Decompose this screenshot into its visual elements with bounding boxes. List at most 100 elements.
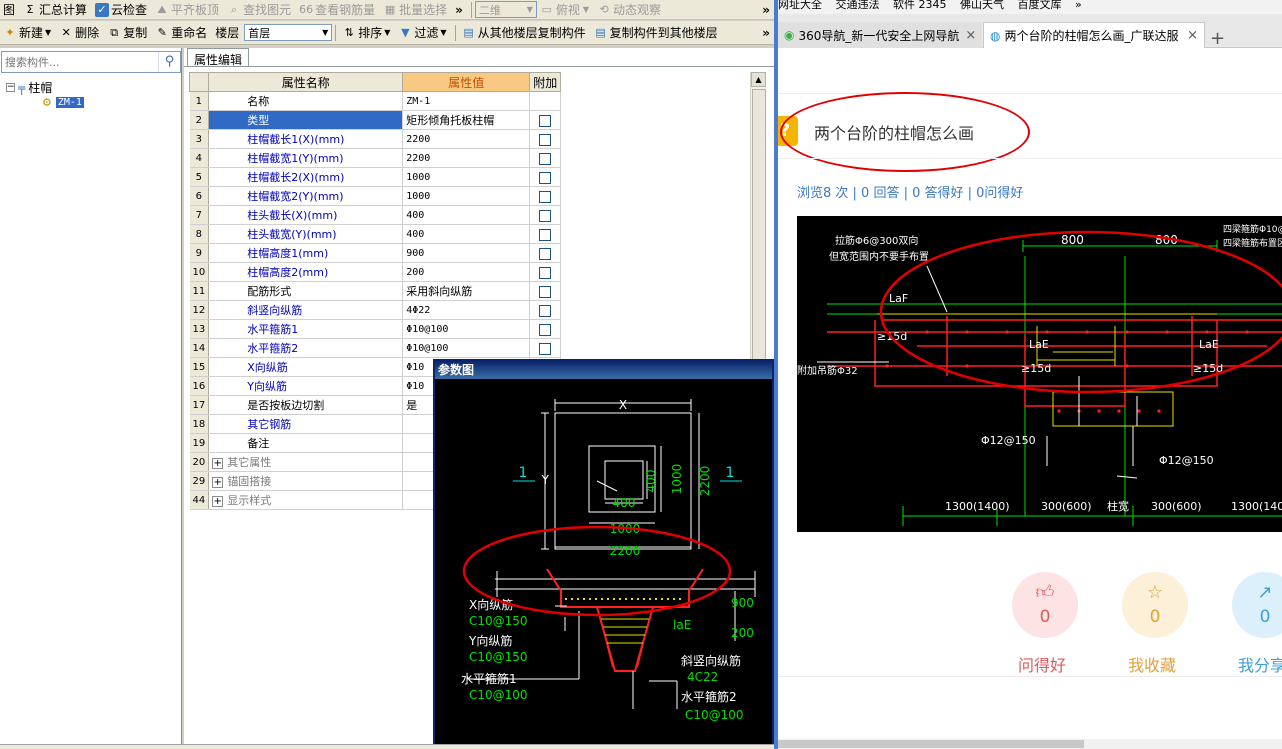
property-value[interactable]: Φ10@100 [402,338,531,358]
browser-tab-360[interactable]: ◉ 360导航_新一代安全上网导航 × [778,22,982,48]
favorite-label[interactable]: 我收藏 [1128,652,1176,676]
property-row[interactable]: 13 水平箍筋1 Φ10@100 [189,319,562,339]
expand-icon[interactable]: + [212,458,224,469]
property-value[interactable]: 采用斜向纵筋 [402,281,531,301]
ask-good-label[interactable]: 问得好 [1018,652,1066,676]
property-row[interactable]: 12 斜竖向纵筋 4Φ22 [189,300,562,320]
property-row[interactable]: 4 柱帽截宽1(Y)(mm) 2200 [189,148,562,168]
expand-icon[interactable]: + [212,477,224,488]
bookmark-item[interactable]: 佛山天气 [960,0,1004,11]
property-name: 斜竖向纵筋 [208,300,404,320]
bookmark-item[interactable]: 网址大全 [778,0,822,11]
new-tab-button[interactable]: + [1210,28,1225,49]
filter-button[interactable]: ▼ 过滤 ▼ [395,24,449,42]
view-rebar-button[interactable]: 66 查看钢筋量 [296,1,378,19]
property-row[interactable]: 8 柱头截宽(Y)(mm) 400 [189,224,562,244]
extra-checkbox[interactable] [539,209,552,222]
expand-icon[interactable]: + [212,496,224,507]
toolbar-overflow-right[interactable]: » [758,26,774,40]
scrollbar-thumb[interactable] [752,89,766,375]
search-icon[interactable]: ⚲ [158,52,180,72]
floor-select[interactable]: 首层 ▼ [244,24,333,41]
property-value[interactable]: 2200 [402,129,531,149]
component-search-input[interactable] [2,53,152,71]
new-button[interactable]: ✦ 新建 ▼ [0,24,54,42]
copy-to-floor-button[interactable]: ▤ 复制构件到其他楼层 [591,24,721,42]
top-view-button[interactable]: ▭ 俯视 ▼ [537,1,592,19]
extra-checkbox[interactable] [539,133,552,146]
view-2d-dropdown[interactable]: 二维 ▼ [474,1,537,18]
close-icon[interactable]: × [1181,28,1204,43]
property-row[interactable]: 11 配筋形式 采用斜向纵筋 [189,281,562,301]
property-value[interactable]: ZM-1 [402,91,531,111]
extra-checkbox[interactable] [539,171,552,184]
bookmark-item[interactable]: 软件 2345 [893,0,947,11]
property-value[interactable]: 400 [402,205,531,225]
batch-select-button[interactable]: ▦ 批量选择 [380,1,450,19]
property-value[interactable]: 2200 [402,148,531,168]
header-property-value[interactable]: 属性值 [402,72,531,92]
extra-checkbox[interactable] [539,285,552,298]
property-row[interactable]: 9 柱帽高度1(mm) 900 [189,243,562,263]
property-value[interactable]: 4Φ22 [402,300,531,320]
property-row[interactable]: 10 柱帽高度2(mm) 200 [189,262,562,282]
tree-node-column-cap[interactable]: − ╤ 柱帽 [6,79,52,96]
sort-button[interactable]: ⇅ 排序 ▼ [339,24,393,42]
scrollbar-thumb[interactable] [778,740,1084,748]
align-slab-top-button[interactable]: ⛰ 平齐板顶 [152,1,222,19]
bookmark-item[interactable]: 交通违法 [836,0,880,11]
extra-checkbox[interactable] [539,247,552,260]
property-value[interactable]: Φ10@100 [402,319,531,339]
extra-checkbox[interactable] [539,190,552,203]
extra-checkbox[interactable] [539,114,552,127]
copy-from-floor-button[interactable]: ▤ 从其他楼层复制构件 [459,24,589,42]
property-value[interactable]: 1000 [402,167,531,187]
share-button[interactable]: ↗ 0 [1232,572,1282,638]
dynamic-view-button[interactable]: ⟲ 动态观察 [594,1,664,19]
property-value[interactable]: 900 [402,243,531,263]
property-row[interactable]: 5 柱帽截长2(X)(mm) 1000 [189,167,562,187]
extra-checkbox[interactable] [539,323,552,336]
collapse-icon[interactable]: − [6,83,15,92]
bookmark-item[interactable]: 百度文库 [1018,0,1062,11]
row-number: 44 [189,490,210,510]
extra-checkbox[interactable] [539,304,552,317]
bookmark-overflow[interactable]: » [1075,0,1082,11]
property-row[interactable]: 3 柱帽截长1(X)(mm) 2200 [189,129,562,149]
find-element-button[interactable]: ⌕ 查找图元 [224,1,294,19]
tree-node-zm1[interactable]: ⚙ ZM-1 [42,96,84,109]
cloud-check-button[interactable]: ✓ 云检查 [92,1,150,19]
favorite-button[interactable]: ☆ 0 [1122,572,1188,638]
toolbar-overflow[interactable]: » [452,1,466,19]
toolbar-overflow-right[interactable]: » [758,3,774,17]
property-row[interactable]: 2 类型 矩形倾角托板柱帽 [189,110,562,130]
property-row[interactable]: 1 名称 ZM-1 [189,91,562,111]
browser-tab-active[interactable]: ◍ 两个台阶的柱帽怎么画_广联达服 × [983,22,1205,48]
property-row[interactable]: 6 柱帽截宽2(Y)(mm) 1000 [189,186,562,206]
extra-checkbox[interactable] [539,228,552,241]
toolbar-item-graph[interactable]: 图 [0,1,18,19]
extra-checkbox[interactable] [539,152,552,165]
scroll-up-icon[interactable]: ▲ [751,72,766,87]
ask-good-button[interactable]: 👍︎ 0 [1012,572,1078,638]
horizontal-scrollbar[interactable] [778,739,1282,749]
delete-button[interactable]: ✕ 删除 [56,24,102,42]
extra-checkbox[interactable] [539,342,552,355]
header-property-name[interactable]: 属性名称 [208,72,404,92]
property-row[interactable]: 7 柱头截长(X)(mm) 400 [189,205,562,225]
rename-button[interactable]: ✎ 重命名 [152,24,210,42]
extra-checkbox[interactable] [539,266,552,279]
share-label[interactable]: 我分享 [1238,652,1282,676]
header-extra[interactable]: 附加 [529,72,562,92]
summary-calc-button[interactable]: Σ 汇总计算 [20,1,90,19]
property-value[interactable]: 1000 [402,186,531,206]
copy-button[interactable]: ⧉ 复制 [104,24,150,42]
cad-text: 800 [1061,233,1084,247]
tab-property-edit[interactable]: 属性编辑 [187,48,250,67]
property-value[interactable]: 矩形倾角托板柱帽 [402,110,531,130]
property-value[interactable]: 400 [402,224,531,244]
property-value[interactable]: 200 [402,262,531,282]
cad-drawing-image[interactable]: 拉筋Φ6@300双向 但宽范围内不要手布置 800 800 附加吊筋Φ32 Φ1… [797,216,1282,532]
property-row[interactable]: 14 水平箍筋2 Φ10@100 [189,338,562,358]
close-icon[interactable]: × [959,28,982,43]
